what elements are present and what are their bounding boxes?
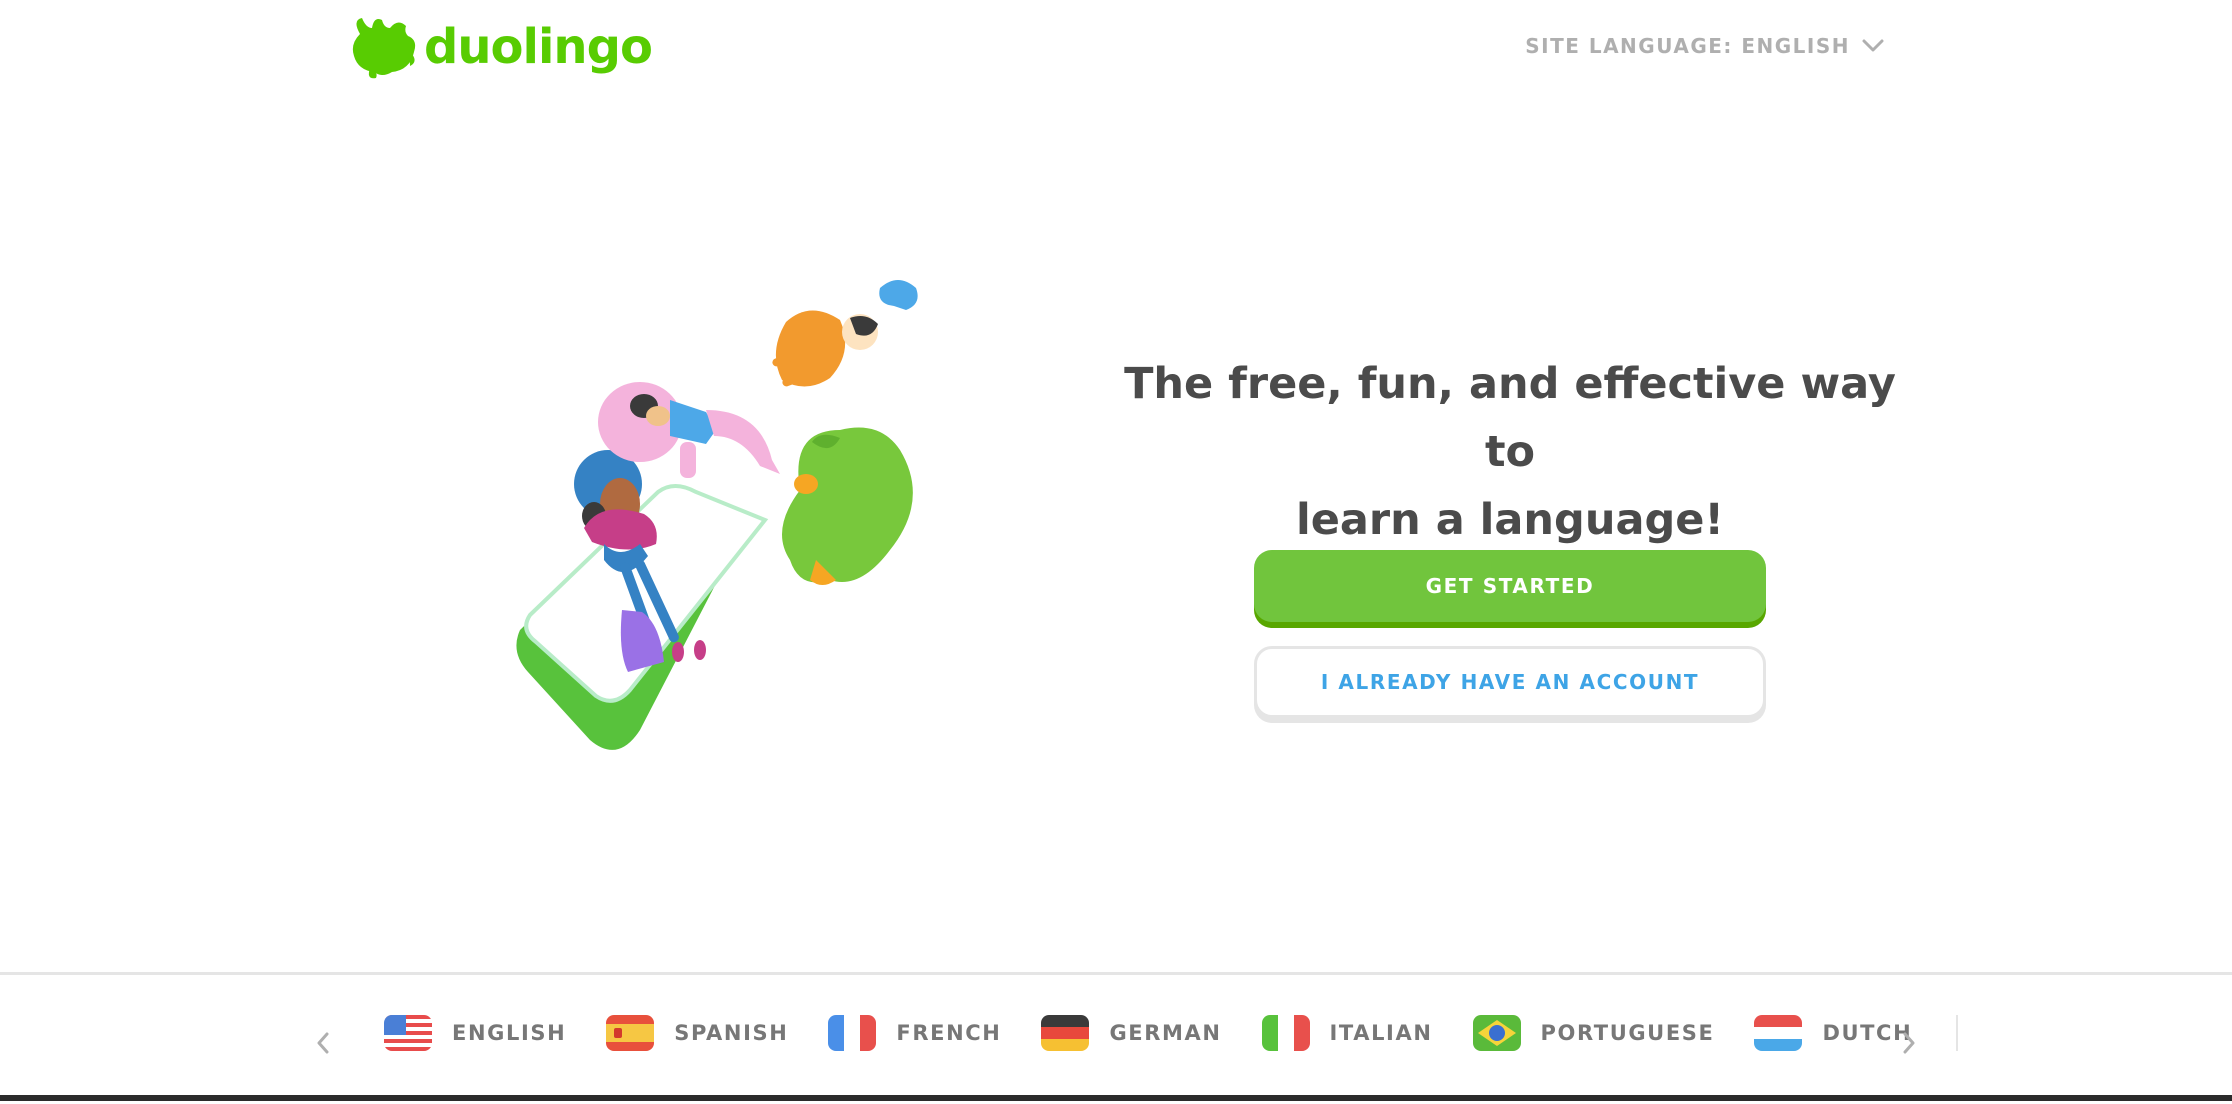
language-item-english[interactable]: ENGLISH bbox=[384, 1015, 566, 1051]
strip-previous-button[interactable] bbox=[308, 1023, 338, 1063]
language-item-portuguese[interactable]: PORTUGUESE bbox=[1472, 1015, 1715, 1051]
chevron-left-icon bbox=[317, 1032, 329, 1054]
pink-person-shape bbox=[598, 382, 682, 462]
course-language-strip: ENGLISH SPANISH FRENCH GERMAN ITALIAN PO… bbox=[0, 972, 2232, 1104]
chevron-down-icon bbox=[1862, 39, 1884, 52]
hero-illustration bbox=[516, 280, 918, 750]
hero-headline-line-2: learn a language! bbox=[1295, 495, 1725, 545]
language-item-spanish[interactable]: SPANISH bbox=[606, 1015, 788, 1051]
language-label: PORTUGUESE bbox=[1540, 1021, 1715, 1045]
strip-divider bbox=[1956, 1015, 1959, 1051]
get-started-button[interactable]: GET STARTED bbox=[1254, 550, 1766, 622]
language-label: FRENCH bbox=[896, 1021, 1002, 1045]
france-flag-icon bbox=[828, 1015, 877, 1051]
germany-flag-icon bbox=[1041, 1015, 1090, 1051]
owl-character-shape bbox=[782, 427, 913, 583]
duolingo-logo[interactable]: duolingo bbox=[348, 14, 653, 80]
language-item-french[interactable]: FRENCH bbox=[828, 1015, 1001, 1051]
spain-flag-icon bbox=[606, 1015, 655, 1051]
already-have-account-button[interactable]: I ALREADY HAVE AN ACCOUNT bbox=[1254, 646, 1766, 718]
chevron-right-icon bbox=[1903, 1032, 1915, 1054]
hero-headline-line-1: The free, fun, and effective way to bbox=[1124, 359, 1896, 477]
brazil-flag-icon bbox=[1472, 1015, 1521, 1051]
hero-headline: The free, fun, and effective way to lear… bbox=[1120, 350, 1900, 554]
duo-owl-logo-icon bbox=[352, 18, 416, 79]
language-label: ITALIAN bbox=[1329, 1021, 1433, 1045]
site-language-label: SITE LANGUAGE: ENGLISH bbox=[1525, 34, 1850, 58]
us-flag-icon bbox=[384, 1015, 432, 1051]
language-item-german[interactable]: GERMAN bbox=[1041, 1015, 1221, 1051]
orange-person-shape bbox=[775, 310, 846, 387]
language-label: ENGLISH bbox=[452, 1021, 567, 1045]
site-language-selector[interactable]: SITE LANGUAGE: ENGLISH bbox=[1525, 34, 1884, 58]
language-list: ENGLISH SPANISH FRENCH GERMAN ITALIAN PO… bbox=[384, 1015, 1959, 1051]
language-label: GERMAN bbox=[1109, 1021, 1222, 1045]
strip-next-button[interactable] bbox=[1894, 1023, 1924, 1063]
language-item-italian[interactable]: ITALIAN bbox=[1261, 1015, 1433, 1051]
italy-flag-icon bbox=[1261, 1015, 1310, 1051]
bottom-edge-bar bbox=[0, 1095, 2232, 1101]
netherlands-flag-icon bbox=[1754, 1015, 1803, 1051]
logo-wordmark: duolingo bbox=[424, 19, 653, 75]
language-label: SPANISH bbox=[674, 1021, 789, 1045]
language-item-dutch[interactable]: DUTCH bbox=[1754, 1015, 1912, 1051]
